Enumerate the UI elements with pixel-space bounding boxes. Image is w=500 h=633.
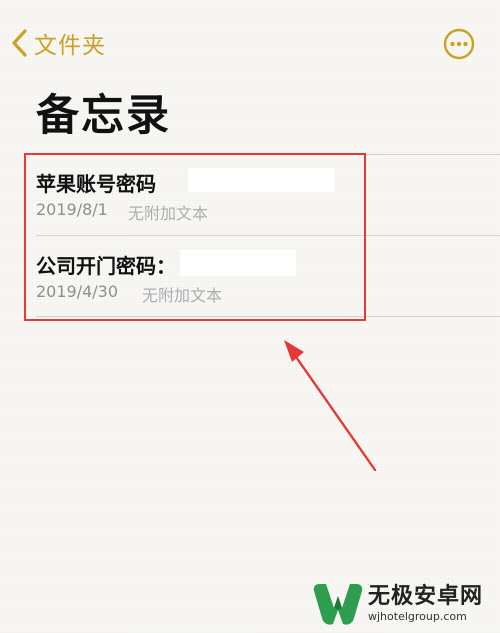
back-label: 文件夹	[34, 33, 106, 59]
ellipsis-circle-icon	[443, 28, 475, 60]
watermark: 无极安卓网 wjhotelgroup.com	[312, 578, 498, 630]
chevron-left-icon	[10, 28, 30, 58]
page-title: 备忘录	[36, 91, 171, 141]
watermark-logo-icon	[313, 584, 363, 625]
more-options-button[interactable]	[443, 28, 475, 60]
watermark-url: wjhotelgroup.com	[368, 610, 467, 623]
annotation-arrow-icon	[284, 340, 377, 472]
watermark-name: 无极安卓网	[368, 584, 484, 609]
highlight-box	[24, 153, 366, 321]
back-button[interactable]: 文件夹	[10, 26, 106, 60]
